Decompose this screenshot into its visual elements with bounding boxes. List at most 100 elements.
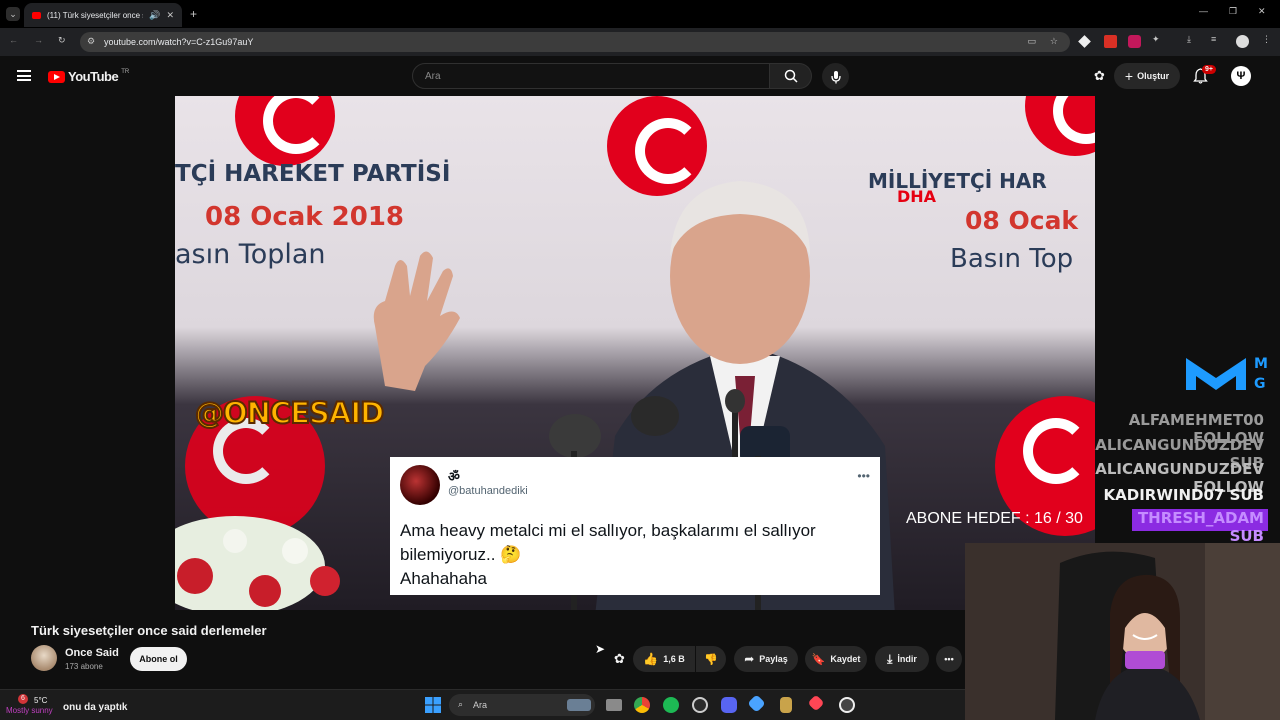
youtube-extension-icon[interactable]: ✿ (1094, 68, 1105, 84)
tweet-handle: @batuhandediki (448, 485, 528, 497)
site-info-icon[interactable]: ⚙ (87, 36, 95, 47)
save-label: Kaydet (830, 654, 861, 664)
tweet-avatar (400, 465, 440, 505)
tweet-display-name: ॐ (448, 469, 460, 484)
backdrop-text-left-2: 08 Ocak 2018 (205, 202, 404, 232)
voice-search-button[interactable] (822, 63, 849, 90)
extension-diamond-icon[interactable] (1078, 35, 1091, 48)
bookmark-icon: 🔖 (811, 653, 826, 666)
taskbar-search-label: Ara (473, 700, 488, 710)
like-count: 1,6 B (663, 654, 685, 664)
windows-start-icon[interactable] (425, 697, 441, 713)
backdrop-text-left-1: TÇİ HAREKET PARTİSİ (175, 161, 451, 187)
new-tab-icon[interactable]: + (190, 7, 197, 21)
mhp-logo-left (235, 96, 335, 166)
minimize-icon[interactable]: — (1199, 6, 1208, 16)
region-code: TR (121, 68, 130, 75)
extension-calendar-icon[interactable] (1104, 35, 1117, 48)
channel-name[interactable]: Once Said (65, 647, 119, 659)
thumbs-up-icon: 👍 (643, 652, 659, 666)
taskbar-search[interactable]: ⌕ Ara (449, 694, 595, 716)
windows-taskbar: 6 5°C Mostly sunny onu da yaptık ⌕ Ara (0, 689, 965, 720)
file-explorer-icon[interactable] (606, 699, 622, 711)
webcam-overlay (965, 543, 1280, 720)
channel-watermark: @ONCESAID (194, 395, 385, 431)
youtube-play-icon (48, 70, 65, 83)
tweet-card: ॐ @batuhandediki ••• Ama heavy metalci m… (390, 457, 880, 595)
tab-search-button[interactable]: ⌄ (6, 7, 20, 21)
tweet-line-3: Ahahahaha (400, 569, 487, 588)
account-avatar[interactable]: Ψ (1231, 66, 1251, 86)
back-icon[interactable]: ← (9, 35, 18, 45)
plus-icon: + (1124, 68, 1134, 84)
spotify-icon[interactable] (663, 697, 679, 713)
weather-description: Mostly sunny (6, 706, 53, 715)
backdrop-text-right-2: 08 Ocak (965, 206, 1079, 235)
backdrop-text-right-3: Basın Top (950, 244, 1074, 274)
browser-tab-strip: ⌄ (11) Türk siyesetçiler once s 🔊 ✕ + — … (0, 0, 1280, 28)
notification-count-badge: 9+ (1202, 65, 1216, 74)
league-icon[interactable] (780, 697, 792, 713)
share-label: Paylaş (759, 654, 788, 664)
streamer-webcam-scene (965, 543, 1280, 720)
now-playing-text: onu da yaptık (63, 702, 128, 713)
bookmark-star-icon[interactable]: ☆ (1050, 36, 1058, 47)
save-button[interactable]: 🔖 Kaydet (805, 646, 867, 672)
more-actions-button[interactable]: ••• (936, 646, 962, 672)
dislike-button[interactable]: 👎 (696, 646, 726, 672)
extension-action-icon[interactable]: ✿ (614, 651, 625, 667)
close-window-icon[interactable]: ✕ (1258, 6, 1266, 17)
download-icon[interactable]: ⤓ (1187, 34, 1191, 45)
address-bar[interactable]: ⚙ youtube.com/watch?v=C-z1Gu97auY ▭ ☆ (80, 32, 1070, 52)
chrome-icon[interactable] (634, 697, 650, 713)
youtube-logo[interactable]: YouTube TR (48, 69, 129, 84)
close-tab-icon[interactable]: ✕ (166, 10, 174, 21)
extension-pink-icon[interactable] (1128, 35, 1141, 48)
reading-list-icon[interactable]: ≡ (1211, 34, 1216, 44)
battle-net-icon[interactable] (747, 694, 766, 713)
svg-text:G: G (1254, 376, 1266, 392)
event-feed-item-5: THRESH_ADAM SUB (1132, 509, 1268, 545)
backdrop-text-left-3: asın Toplan (175, 239, 326, 270)
profile-avatar[interactable] (1236, 35, 1249, 48)
raised-hand (373, 251, 460, 391)
valorant-icon[interactable] (807, 694, 825, 712)
obs-icon[interactable] (839, 697, 855, 713)
search-input[interactable]: Ara (412, 63, 770, 89)
create-button[interactable]: + Oluştur (1114, 63, 1180, 89)
youtube-logo-text: YouTube (68, 69, 119, 84)
subscribe-button[interactable]: Abone ol (130, 647, 187, 671)
browser-tab[interactable]: (11) Türk siyesetçiler once s 🔊 ✕ (24, 3, 182, 27)
search-icon (784, 69, 798, 83)
tweet-line-2: bilemiyoruz.. 🤔 (400, 545, 522, 564)
taskbar-search-icon: ⌕ (458, 699, 464, 709)
thumbs-down-icon: 👎 (704, 653, 718, 666)
steam-icon[interactable] (692, 697, 708, 713)
speaker-icon[interactable]: 🔊 (149, 10, 160, 21)
weather-widget[interactable]: 6 5°C Mostly sunny (6, 693, 66, 717)
search-button[interactable] (770, 63, 812, 89)
microphone-icon (830, 70, 841, 83)
mouse-cursor-icon: ➤ (595, 642, 606, 656)
more-horizontal-icon: ••• (944, 654, 954, 664)
stream-logo-icon: M G (1186, 356, 1268, 392)
channel-subscriber-count: 173 abone (65, 662, 103, 671)
notifications-button[interactable]: 9+ (1193, 65, 1216, 84)
mhp-logo-right (1025, 96, 1095, 156)
discord-icon[interactable] (721, 697, 737, 713)
hamburger-menu-icon[interactable] (17, 70, 31, 81)
reload-icon[interactable]: ↻ (58, 35, 66, 46)
tab-title: (11) Türk siyesetçiler once s (47, 10, 144, 20)
channel-avatar[interactable] (31, 645, 57, 671)
extensions-puzzle-icon[interactable]: ✦ (1152, 34, 1160, 45)
download-arrow-icon: ⤓ (887, 651, 893, 666)
download-button[interactable]: ⤓ İndir (875, 646, 929, 672)
share-button[interactable]: ➦ Paylaş (734, 646, 798, 672)
browser-menu-icon[interactable]: ⋮ (1262, 34, 1271, 45)
like-button[interactable]: 👍 1,6 B (633, 646, 695, 672)
tweet-body: Ama heavy metalci mi el sallıyor, başkal… (400, 519, 870, 591)
forward-icon[interactable]: → (34, 35, 43, 45)
youtube-favicon-icon (32, 11, 41, 19)
cast-icon[interactable]: ▭ (1027, 36, 1036, 47)
restore-icon[interactable]: ❐ (1229, 6, 1237, 17)
